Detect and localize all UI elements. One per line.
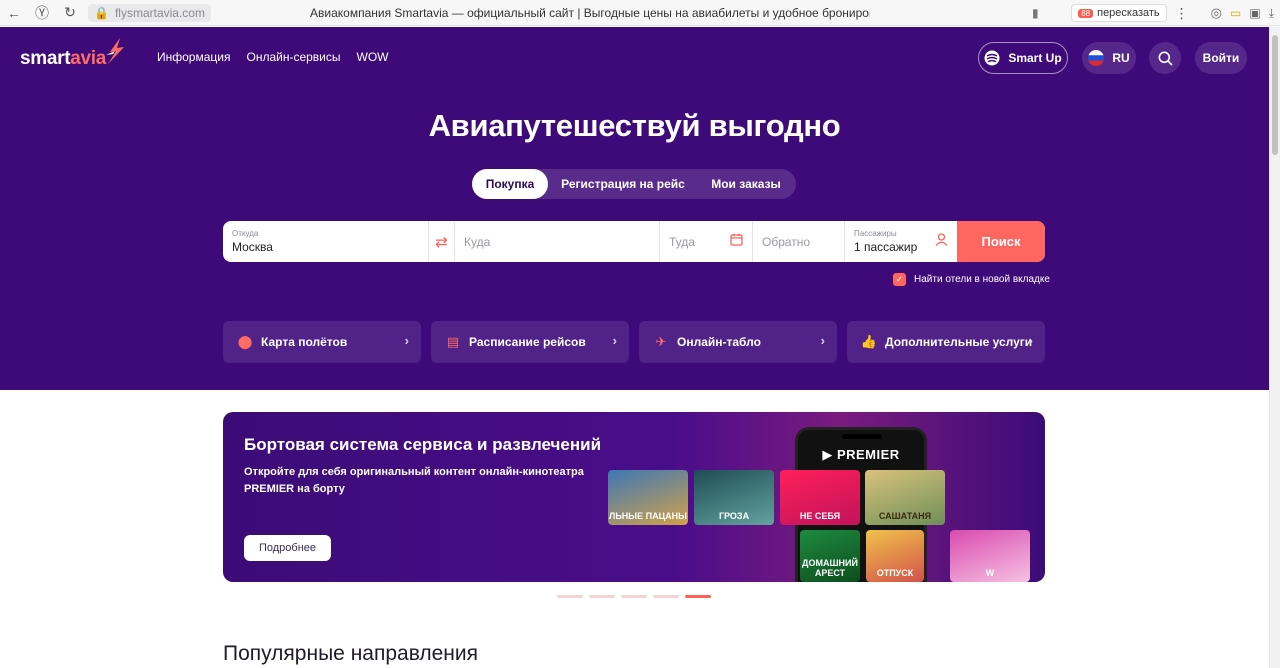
promo-banner[interactable]: Бортовая система сервиса и развлечений О… <box>223 412 1045 582</box>
back-icon[interactable]: ← <box>0 0 28 26</box>
search-flights-button[interactable]: Поиск <box>957 221 1045 262</box>
retell-button[interactable]: 88 пересказать <box>1071 4 1167 22</box>
chevron-right-icon: › <box>404 333 409 348</box>
quick-link-label: Дополнительные услуги <box>885 335 1033 349</box>
nav-online-services[interactable]: Онлайн-сервисы <box>246 50 340 64</box>
alice-icon[interactable]: ◎ <box>1211 5 1222 21</box>
calendar-icon <box>730 233 743 246</box>
swap-button[interactable]: ⇄ <box>429 221 455 262</box>
smart-up-button[interactable]: Smart Up <box>978 42 1068 74</box>
checkbox-checked-icon[interactable]: ✓ <box>893 273 906 286</box>
smart-up-icon <box>984 50 1000 66</box>
passengers-field[interactable]: Пассажиры 1 пассажир <box>845 221 957 262</box>
tab-checkin[interactable]: Регистрация на рейс <box>548 169 698 199</box>
hotel-checkbox[interactable]: ✓ Найти отели в новой вкладке <box>893 273 1050 286</box>
top-nav: Информация Онлайн-сервисы WOW <box>157 50 389 64</box>
flight-search-form: Откуда Москва ⇄ Куда Туда Обратно Пассаж… <box>223 221 1045 262</box>
page-tab-title: Авиакомпания Smartavia — официальный сай… <box>310 6 870 20</box>
to-placeholder: Куда <box>464 234 491 249</box>
battery-icon: ▭ <box>1230 6 1242 20</box>
nav-wow[interactable]: WOW <box>357 50 389 64</box>
banner-title: Бортовая система сервиса и развлечений <box>244 435 602 454</box>
quick-link-label: Онлайн-табло <box>677 335 761 349</box>
tab-my-orders[interactable]: Мои заказы <box>698 169 794 199</box>
reload-icon[interactable]: ↻ <box>56 0 84 26</box>
tab-purchase[interactable]: Покупка <box>472 169 548 199</box>
retell-badge: 88 <box>1078 8 1094 18</box>
to-field[interactable]: Куда <box>455 221 660 262</box>
carousel-dot[interactable] <box>653 595 679 598</box>
banner-more-button[interactable]: Подробнее <box>244 535 331 561</box>
poster: W <box>950 530 1030 582</box>
logo[interactable]: smart avia <box>20 48 106 70</box>
browser-toolbar: ← Ⓨ ↻ 🔒 flysmartavia.com Авиакомпания Sm… <box>0 0 1280 26</box>
poster: ГРОЗА <box>694 470 774 525</box>
quick-link-label: Карта полётов <box>261 335 348 349</box>
from-label: Откуда <box>232 229 259 238</box>
menu-icon[interactable]: ⋮ <box>1175 5 1189 22</box>
quick-link-label: Расписание рейсов <box>469 335 586 349</box>
thumbs-up-icon: 👍 <box>860 334 878 349</box>
scrollbar-thumb[interactable] <box>1272 35 1278 155</box>
language-label: RU <box>1112 51 1130 65</box>
extensions-icon[interactable]: ▣ <box>1249 6 1260 20</box>
premier-brand: ▶ PREMIER <box>822 447 900 462</box>
from-value: Москва <box>232 240 273 254</box>
login-label: Войти <box>1202 51 1240 65</box>
return-placeholder: Обратно <box>762 234 811 249</box>
carousel-dot-active[interactable] <box>685 595 711 598</box>
hero-section <box>0 27 1269 390</box>
popular-destinations-title: Популярные направления <box>223 642 479 665</box>
chevron-right-icon: › <box>1028 333 1033 348</box>
hero-title: Авиапутешествуй выгодно <box>428 108 841 143</box>
nav-information[interactable]: Информация <box>157 50 230 64</box>
quick-link-online-board[interactable]: ✈ Онлайн-табло › <box>639 321 837 363</box>
person-icon <box>935 233 948 246</box>
departure-date-field[interactable]: Туда <box>660 221 753 262</box>
booking-tabs: Покупка Регистрация на рейс Мои заказы <box>472 169 796 199</box>
chevron-right-icon: › <box>820 333 825 348</box>
swap-icon: ⇄ <box>435 233 448 251</box>
from-field[interactable]: Откуда Москва <box>223 221 429 262</box>
logo-accent-text: avia <box>70 48 107 69</box>
page-scrollbar[interactable] <box>1269 27 1280 668</box>
carousel-dot[interactable] <box>589 595 615 598</box>
bookmark-icon[interactable]: ▮ <box>1032 6 1039 20</box>
search-icon <box>1158 51 1173 66</box>
retell-label: пересказать <box>1097 7 1160 19</box>
carousel-dot[interactable] <box>557 595 583 598</box>
russia-flag-icon <box>1088 50 1105 66</box>
address-bar[interactable]: 🔒 flysmartavia.com <box>88 3 211 22</box>
smart-up-label: Smart Up <box>1008 51 1062 65</box>
lock-icon: 🔒 <box>94 5 109 20</box>
return-date-field[interactable]: Обратно <box>753 221 845 262</box>
poster: НЕ СЕБЯ <box>780 470 860 525</box>
plane-icon: ✈ <box>655 334 667 349</box>
poster: ДОМАШНИЙ АРЕСТ <box>800 530 860 582</box>
language-button[interactable]: RU <box>1082 42 1136 74</box>
quick-link-flight-map[interactable]: ⬤ Карта полётов › <box>223 321 421 363</box>
poster: ОТПУСК <box>866 530 924 582</box>
phone-notch <box>842 434 882 439</box>
poster: ЛЬНЫЕ ПАЦАНЫ <box>608 470 688 525</box>
quick-link-schedule[interactable]: ▤ Расписание рейсов › <box>431 321 629 363</box>
carousel-dots <box>557 595 711 598</box>
carousel-dot[interactable] <box>621 595 647 598</box>
chevron-right-icon: › <box>612 333 617 348</box>
banner-text: Откройте для себя оригинальный контент о… <box>244 466 584 495</box>
yandex-icon[interactable]: Ⓨ <box>28 0 56 26</box>
login-button[interactable]: Войти <box>1195 42 1247 74</box>
address-text: flysmartavia.com <box>114 5 205 20</box>
quick-link-extra-services[interactable]: 👍 Дополнительные услуги › <box>847 321 1045 363</box>
logo-main-text: smart <box>20 48 71 69</box>
map-pin-icon: ⬤ <box>237 334 253 349</box>
download-icon[interactable]: ⤓ <box>1269 6 1274 21</box>
poster: САШАТАНЯ <box>865 470 945 525</box>
logo-mark-icon <box>106 38 124 64</box>
site-search-button[interactable] <box>1149 42 1181 74</box>
hotel-checkbox-label: Найти отели в новой вкладке <box>914 274 1050 285</box>
schedule-icon: ▤ <box>446 334 460 349</box>
